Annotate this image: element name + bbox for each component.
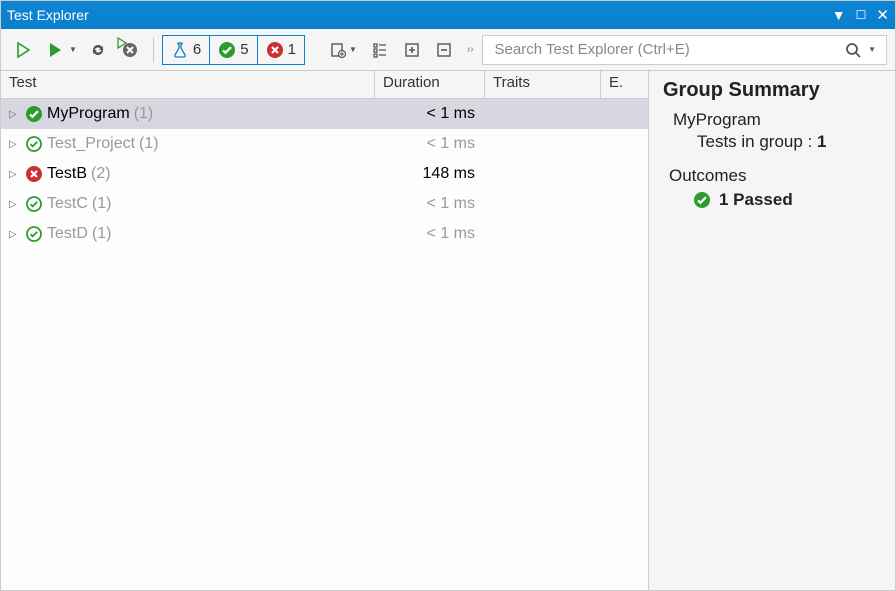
- collapse-all-button[interactable]: [429, 36, 459, 64]
- col-traits[interactable]: Traits: [485, 71, 601, 98]
- toolbar: ▼ 6 5 1 ▼ ››: [1, 29, 895, 71]
- test-duration: < 1 ms: [375, 225, 485, 243]
- test-rows: ▷ MyProgram (1) < 1 ms ▷ Test_Project (1) < 1…: [1, 99, 648, 590]
- test-row[interactable]: ▷ Test_Project (1) < 1 ms: [1, 129, 648, 159]
- toolbar-overflow-icon[interactable]: ››: [467, 44, 474, 55]
- maximize-icon[interactable]: ☐: [856, 8, 867, 22]
- summary-heading: Group Summary: [663, 79, 881, 102]
- test-name: Test_Project: [47, 135, 135, 153]
- test-count: (1): [92, 225, 112, 243]
- col-duration[interactable]: Duration: [375, 71, 485, 98]
- test-row[interactable]: ▷ TestB (2) 148 ms: [1, 159, 648, 189]
- test-filter-group: 6 5 1: [162, 35, 305, 65]
- settings-dropdown-icon[interactable]: ▼: [349, 45, 361, 54]
- repeat-last-run-button[interactable]: [83, 36, 113, 64]
- run-failed-button[interactable]: [115, 36, 145, 64]
- window-title: Test Explorer: [7, 7, 832, 23]
- test-count: (2): [91, 165, 111, 183]
- dropdown-icon[interactable]: ▼: [832, 7, 846, 23]
- test-row[interactable]: ▷ TestC (1) < 1 ms: [1, 189, 648, 219]
- run-all-button[interactable]: [9, 36, 39, 64]
- titlebar: Test Explorer ▼ ☐ ✕: [1, 1, 895, 29]
- test-duration: < 1 ms: [375, 135, 485, 153]
- close-icon[interactable]: ✕: [876, 6, 889, 24]
- summary-tests-in-group: Tests in group : 1: [697, 132, 881, 152]
- filter-passed-button[interactable]: 5: [210, 36, 257, 64]
- test-count: (1): [92, 195, 112, 213]
- test-duration: 148 ms: [375, 165, 485, 183]
- test-name: TestB: [47, 165, 87, 183]
- col-test[interactable]: Test: [1, 71, 375, 98]
- test-name: TestD: [47, 225, 88, 243]
- test-duration: < 1 ms: [375, 105, 485, 123]
- outcomes-label: Outcomes: [669, 166, 881, 186]
- outcome-line: 1 Passed: [693, 190, 881, 210]
- passed-icon: [218, 41, 236, 59]
- status-icon: [25, 135, 43, 153]
- search-input[interactable]: [493, 40, 845, 59]
- status-icon: [25, 165, 43, 183]
- column-headers: Test Duration Traits E.: [1, 71, 648, 99]
- search-dropdown-icon[interactable]: ▼: [868, 45, 880, 54]
- expander-icon[interactable]: ▷: [9, 109, 21, 120]
- flask-icon: [171, 41, 189, 59]
- summary-panel: Group Summary MyProgram Tests in group :…: [649, 71, 895, 590]
- test-duration: < 1 ms: [375, 195, 485, 213]
- test-explorer-window: Test Explorer ▼ ☐ ✕ ▼ 6 5: [0, 0, 896, 591]
- failed-icon: [266, 41, 284, 59]
- expand-all-button[interactable]: [397, 36, 427, 64]
- expander-icon[interactable]: ▷: [9, 199, 21, 210]
- search-icon: [844, 41, 862, 59]
- test-name: MyProgram: [47, 105, 130, 123]
- summary-tests-label: Tests in group :: [697, 132, 812, 151]
- filter-all-count: 6: [193, 41, 201, 58]
- test-row[interactable]: ▷ TestD (1) < 1 ms: [1, 219, 648, 249]
- outcome-text: 1 Passed: [719, 190, 793, 210]
- filter-failed-count: 1: [288, 41, 296, 58]
- playlist-settings-button[interactable]: ▼: [327, 36, 363, 64]
- expander-icon[interactable]: ▷: [9, 229, 21, 240]
- test-row[interactable]: ▷ MyProgram (1) < 1 ms: [1, 99, 648, 129]
- run-dropdown-icon[interactable]: ▼: [69, 45, 81, 54]
- passed-icon: [693, 191, 711, 209]
- test-count: (1): [139, 135, 159, 153]
- expander-icon[interactable]: ▷: [9, 169, 21, 180]
- test-name: TestC: [47, 195, 88, 213]
- run-button[interactable]: [41, 36, 71, 64]
- test-list-panel: Test Duration Traits E. ▷ MyProgram (1) < …: [1, 71, 649, 590]
- test-count: (1): [134, 105, 154, 123]
- separator: [153, 37, 154, 63]
- expander-icon[interactable]: ▷: [9, 139, 21, 150]
- filter-failed-button[interactable]: 1: [258, 36, 304, 64]
- filter-all-button[interactable]: 6: [163, 36, 210, 64]
- filter-passed-count: 5: [240, 41, 248, 58]
- status-icon: [25, 105, 43, 123]
- status-icon: [25, 195, 43, 213]
- summary-tests-count: 1: [817, 132, 826, 151]
- content-area: Test Duration Traits E. ▷ MyProgram (1) < …: [1, 71, 895, 590]
- group-by-button[interactable]: [365, 36, 395, 64]
- col-error[interactable]: E.: [601, 71, 648, 98]
- status-icon: [25, 225, 43, 243]
- search-box[interactable]: ▼: [482, 35, 887, 65]
- summary-program: MyProgram: [673, 110, 881, 130]
